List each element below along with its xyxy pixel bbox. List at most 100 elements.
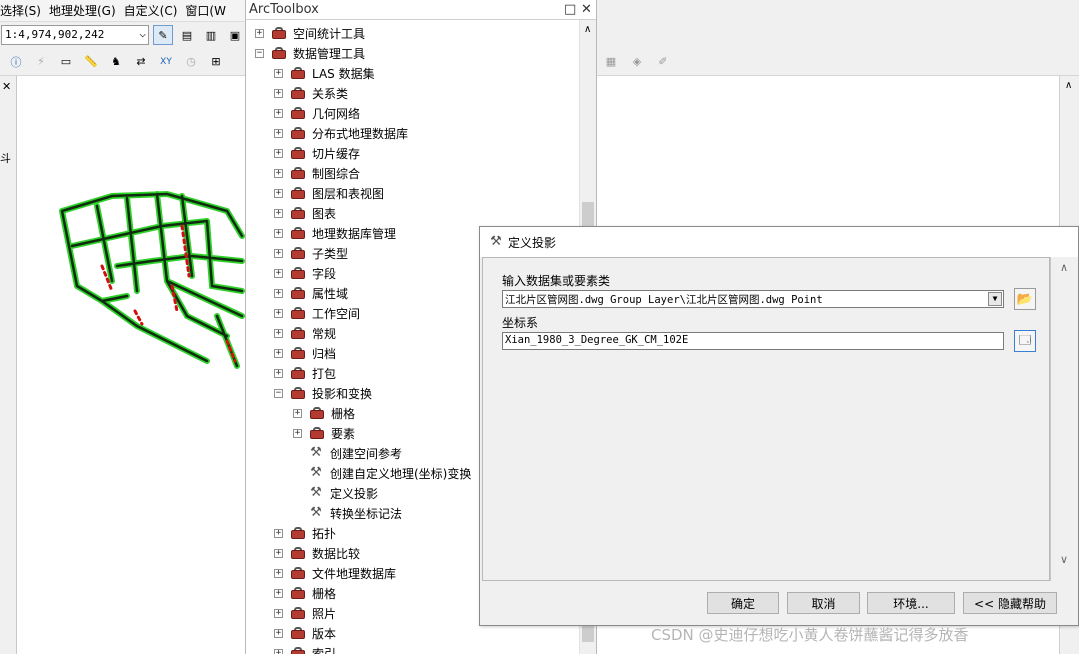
tree-item-domains[interactable]: + 属性域 bbox=[274, 283, 348, 303]
tree-item-custom-transform[interactable]: ⚒ 创建自定义地理(坐标)变换 bbox=[308, 463, 471, 483]
scroll-up-icon[interactable]: ∧ bbox=[584, 24, 591, 35]
tree-item-raster-sub[interactable]: + 栅格 bbox=[293, 403, 355, 423]
coord-system-field[interactable]: Xian_1980_3_Degree_GK_CM_102E bbox=[502, 332, 1004, 350]
tree-item-projections[interactable]: − 投影和变换 bbox=[274, 383, 372, 403]
menu-selection[interactable]: 选择(S) bbox=[0, 2, 49, 19]
tree-item-distributed-gdb[interactable]: + 分布式地理数据库 bbox=[274, 123, 408, 143]
python-window-icon[interactable]: ▣ bbox=[225, 25, 245, 45]
tree-item-relationship[interactable]: + 关系类 bbox=[274, 83, 348, 103]
expand-icon[interactable]: + bbox=[274, 608, 283, 618]
restore-icon[interactable]: □ bbox=[564, 2, 576, 17]
tree-item-tile-cache[interactable]: + 切片缓存 bbox=[274, 143, 360, 163]
expand-icon[interactable]: + bbox=[274, 88, 283, 98]
tree-item-subtypes[interactable]: + 子类型 bbox=[274, 243, 348, 263]
tree-item-topology[interactable]: + 拓扑 bbox=[274, 523, 336, 543]
identify-icon[interactable]: ⓘ bbox=[6, 52, 26, 72]
tree-item-generalization[interactable]: + 制图综合 bbox=[274, 163, 360, 183]
input-dataset-combobox[interactable]: 江北片区管网图.dwg Group Layer\江北片区管网图.dwg Poin… bbox=[502, 290, 1004, 308]
measure-icon[interactable]: 📏 bbox=[81, 52, 101, 72]
tree-item-data-comparison[interactable]: + 数据比较 bbox=[274, 543, 360, 563]
help-scroll-up-icon[interactable]: ∧ bbox=[1060, 261, 1068, 274]
expand-icon[interactable]: + bbox=[274, 328, 283, 338]
notes-icon[interactable]: ✐ bbox=[653, 52, 673, 72]
tree-item-workspace[interactable]: + 工作空间 bbox=[274, 303, 360, 323]
tree-item-data-management[interactable]: − 数据管理工具 bbox=[255, 43, 365, 63]
catalog-icon[interactable]: ▥ bbox=[201, 25, 221, 45]
tree-item-fields[interactable]: + 字段 bbox=[274, 263, 336, 283]
tree-item-file-gdb[interactable]: + 文件地理数据库 bbox=[274, 563, 396, 583]
tree-item-general[interactable]: + 常规 bbox=[274, 323, 336, 343]
expand-icon[interactable]: + bbox=[293, 408, 302, 418]
expand-icon[interactable]: + bbox=[274, 528, 283, 538]
collapse-icon[interactable]: − bbox=[255, 48, 264, 58]
chevron-down-icon[interactable]: ⌵ bbox=[139, 27, 146, 40]
expand-icon[interactable]: + bbox=[274, 348, 283, 358]
expand-icon[interactable]: + bbox=[274, 228, 283, 238]
menu-geoprocessing[interactable]: 地理处理(G) bbox=[49, 2, 124, 19]
tree-item-versions[interactable]: + 版本 bbox=[274, 623, 336, 643]
tree-item-geometric-network[interactable]: + 几何网络 bbox=[274, 103, 360, 123]
expand-icon[interactable]: + bbox=[274, 148, 283, 158]
table-window-icon[interactable]: ▤ bbox=[177, 25, 197, 45]
expand-icon[interactable]: + bbox=[274, 68, 283, 78]
grid-icon[interactable]: ▦ bbox=[601, 52, 621, 72]
environments-button[interactable]: 环境... bbox=[867, 592, 955, 614]
expand-icon[interactable]: + bbox=[274, 168, 283, 178]
tree-item-spatial-statistics[interactable]: + 空间统计工具 bbox=[255, 23, 365, 43]
tree-item-gdb-admin[interactable]: + 地理数据库管理 bbox=[274, 223, 396, 243]
expand-icon[interactable]: + bbox=[274, 648, 283, 654]
help-scroll-down-icon[interactable]: ∨ bbox=[1060, 553, 1068, 566]
expand-icon[interactable]: + bbox=[255, 28, 264, 38]
tree-item-photos[interactable]: + 照片 bbox=[274, 603, 336, 623]
create-viewer-icon[interactable]: ⊞ bbox=[206, 52, 226, 72]
hammer-icon: ⚒ bbox=[310, 505, 322, 520]
tree-item-indexes[interactable]: + 索引 bbox=[274, 643, 336, 654]
chart-icon[interactable]: ◈ bbox=[627, 52, 647, 72]
close-icon[interactable]: ✕ bbox=[2, 80, 11, 93]
expand-icon[interactable]: + bbox=[274, 548, 283, 558]
tree-item-convert-notation[interactable]: ⚒ 转换坐标记法 bbox=[308, 503, 402, 523]
expand-icon[interactable]: + bbox=[274, 288, 283, 298]
expand-icon[interactable]: + bbox=[274, 568, 283, 578]
tree-item-define-projection[interactable]: ⚒ 定义投影 bbox=[308, 483, 378, 503]
expand-icon[interactable]: + bbox=[274, 628, 283, 638]
close-icon[interactable]: ✕ bbox=[581, 2, 592, 17]
menu-window[interactable]: 窗口(W bbox=[185, 2, 234, 19]
map-view[interactable] bbox=[17, 76, 245, 654]
html-popup-icon[interactable]: ▭ bbox=[56, 52, 76, 72]
tree-item-layers-views[interactable]: + 图层和表视图 bbox=[274, 183, 384, 203]
editor-toolbar-icon[interactable]: ✎ bbox=[153, 25, 173, 45]
scale-combobox[interactable]: 1:4,974,902,242 ⌵ bbox=[1, 25, 149, 45]
tree-item-features-sub[interactable]: + 要素 bbox=[293, 423, 355, 443]
chevron-down-icon[interactable]: ▼ bbox=[988, 292, 1002, 306]
tree-item-las[interactable]: + LAS 数据集 bbox=[274, 63, 375, 83]
expand-icon[interactable]: + bbox=[274, 188, 283, 198]
expand-icon[interactable]: + bbox=[274, 208, 283, 218]
hide-help-button[interactable]: << 隐藏帮助 bbox=[963, 592, 1057, 614]
expand-icon[interactable]: + bbox=[274, 588, 283, 598]
spatial-reference-button[interactable]: 🗔 bbox=[1014, 330, 1036, 352]
cancel-button[interactable]: 取消 bbox=[787, 592, 860, 614]
expand-icon[interactable]: + bbox=[274, 108, 283, 118]
scroll-up-icon[interactable]: ∧ bbox=[1065, 80, 1072, 91]
expand-icon[interactable]: + bbox=[274, 308, 283, 318]
browse-folder-button[interactable]: 📂 bbox=[1014, 288, 1036, 310]
ok-button[interactable]: 确定 bbox=[707, 592, 779, 614]
find-icon[interactable]: ♞ bbox=[106, 52, 126, 72]
expand-icon[interactable]: + bbox=[274, 268, 283, 278]
expand-icon[interactable]: + bbox=[274, 368, 283, 378]
tree-item-archiving[interactable]: + 归档 bbox=[274, 343, 336, 363]
goto-xy-icon[interactable]: XY bbox=[156, 52, 176, 72]
collapse-icon[interactable]: − bbox=[274, 388, 283, 398]
expand-icon[interactable]: + bbox=[274, 248, 283, 258]
tree-item-package[interactable]: + 打包 bbox=[274, 363, 336, 383]
hyperlink-icon[interactable]: ⚡ bbox=[31, 52, 51, 72]
menu-customize[interactable]: 自定义(C) bbox=[124, 2, 186, 19]
tree-item-raster[interactable]: + 栅格 bbox=[274, 583, 336, 603]
time-slider-icon[interactable]: ◷ bbox=[181, 52, 201, 72]
expand-icon[interactable]: + bbox=[274, 128, 283, 138]
tree-item-create-sr[interactable]: ⚒ 创建空间参考 bbox=[308, 443, 402, 463]
find-route-icon[interactable]: ⇄ bbox=[131, 52, 151, 72]
tree-item-graphs[interactable]: + 图表 bbox=[274, 203, 336, 223]
expand-icon[interactable]: + bbox=[293, 428, 302, 438]
